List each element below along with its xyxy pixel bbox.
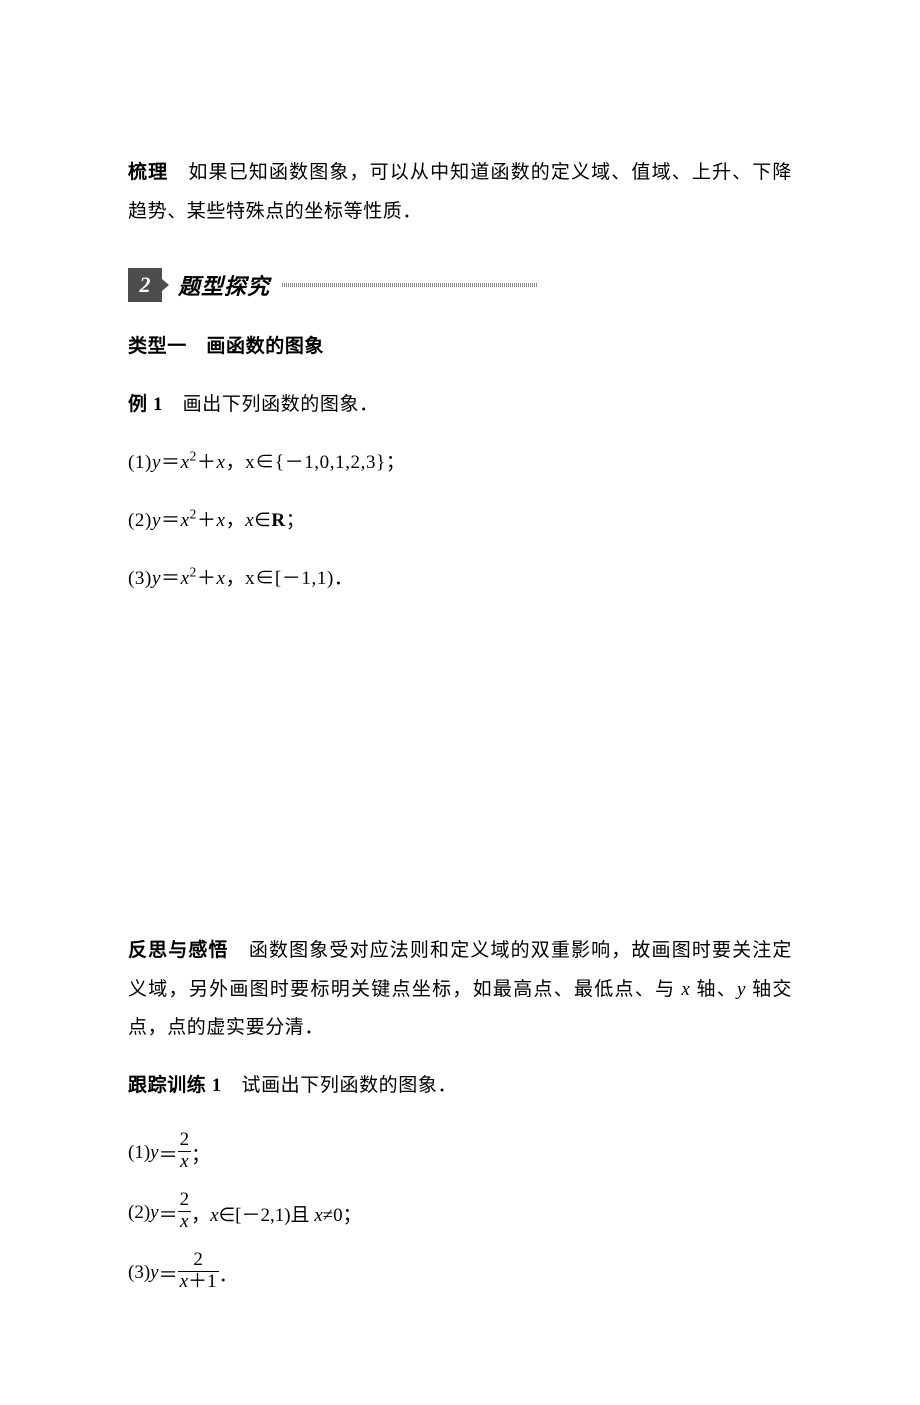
item-rhs1: x (181, 452, 190, 473)
example1-item1: (1)y＝x2＋x，x∈{－1,0,1,2,3}； (128, 444, 792, 483)
follow-prompt: 试画出下列函数的图象． (222, 1075, 457, 1096)
den-plus: ＋ (188, 1271, 207, 1292)
intro-paragraph: 梳理 如果已知函数图象，可以从中知道函数的定义域、值域、上升、下降趋势、某些特殊… (128, 154, 792, 232)
frac-den: x (178, 1212, 192, 1233)
example-number: 1 (153, 394, 163, 415)
item-plus: ＋ (197, 452, 217, 473)
item-lhs: y (152, 452, 161, 473)
item-lead: (3) (128, 568, 152, 589)
type-title: 画函数的图象 (187, 336, 324, 357)
item-rhs2: x (217, 452, 226, 473)
den-a: x (180, 1271, 188, 1292)
frac-den: x (178, 1152, 192, 1173)
fraction: 2 x＋1 (178, 1250, 219, 1293)
item-cond: ，x∈[－1,1)． (226, 568, 354, 589)
item-lead: (2) (128, 1202, 150, 1224)
item-rhs1: x (181, 510, 190, 531)
example1-item3: (3)y＝x2＋x，x∈[－1,1)． (128, 560, 792, 599)
item-y: y (150, 1202, 158, 1224)
example1-item2: (2)y＝x2＋x，x∈R； (128, 502, 792, 541)
fraction: 2 x (178, 1130, 192, 1173)
item-lead: (3) (128, 1262, 150, 1284)
item-sup: 2 (190, 564, 197, 579)
item-lead: (1) (128, 1142, 150, 1164)
item-lead: (2) (128, 510, 152, 531)
intro-text: 如果已知函数图象，可以从中知道函数的定义域、值域、上升、下降趋势、某些特殊点的坐… (128, 162, 792, 222)
intro-label: 梳理 (128, 162, 168, 183)
section-title: 题型探究 (178, 269, 270, 301)
item-cond: ，x∈{－1,0,1,2,3}； (226, 452, 406, 473)
item-rhs2: x (217, 568, 226, 589)
follow-item1: (1)y＝ 2 x ； (128, 1125, 792, 1181)
item-sup: 2 (190, 448, 197, 463)
follow-heading: 跟踪训练 1 试画出下列函数的图象． (128, 1067, 792, 1106)
item-lhs: y (152, 568, 161, 589)
item-eq: ＝ (161, 568, 181, 589)
item-tail: ，x∈[－2,1)且 x≠0； (191, 1200, 362, 1227)
follow-item3: (3)y＝ 2 x＋1 ． (128, 1245, 792, 1301)
item-lhs: y (152, 510, 161, 531)
example-heading: 例 1 画出下列函数的图象． (128, 386, 792, 425)
item-y: y (150, 1142, 158, 1164)
item-tail: ； (191, 1140, 210, 1167)
item-eq: ＝ (161, 510, 181, 531)
frac-den: x＋1 (178, 1272, 219, 1293)
follow-number: 1 (212, 1075, 222, 1096)
item-plus: ＋ (197, 510, 217, 531)
example-label: 例 (128, 394, 148, 415)
section-divider (282, 283, 537, 287)
item-eq: ＝ (161, 452, 181, 473)
frac-num: 2 (178, 1130, 192, 1152)
type-heading: 类型一 画函数的图象 (128, 328, 792, 367)
page-root: 梳理 如果已知函数图象，可以从中知道函数的定义域、值域、上升、下降趋势、某些特殊… (0, 0, 920, 1405)
den-b: 1 (207, 1271, 217, 1292)
reflect-label: 反思与感悟 (128, 940, 229, 961)
section-heading: 2 题型探究 (128, 268, 792, 302)
type-label: 类型一 (128, 336, 187, 357)
example-prompt: 画出下列函数的图象． (163, 394, 379, 415)
item-eq: ＝ (159, 1200, 178, 1227)
item-sup: 2 (190, 506, 197, 521)
frac-num: 2 (178, 1250, 219, 1272)
item-plus: ＋ (197, 568, 217, 589)
item-eq: ＝ (159, 1260, 178, 1287)
fraction: 2 x (178, 1190, 192, 1233)
section-number: 2 (140, 272, 151, 298)
reflect-paragraph: 反思与感悟 函数图象受对应法则和定义域的双重影响，故画图时要关注定义域，另外画图… (128, 932, 792, 1049)
item-lead: (1) (128, 452, 152, 473)
item-cond: ，x∈R； (226, 510, 306, 531)
item-tail: ． (219, 1260, 238, 1287)
item-eq: ＝ (159, 1140, 178, 1167)
blank-space (128, 618, 792, 913)
item-rhs2: x (217, 510, 226, 531)
follow-label: 跟踪训练 (128, 1075, 206, 1096)
item-y: y (150, 1262, 158, 1284)
section-number-box: 2 (128, 268, 162, 302)
follow-item2: (2)y＝ 2 x ，x∈[－2,1)且 x≠0； (128, 1185, 792, 1241)
frac-num: 2 (178, 1190, 192, 1212)
item-rhs1: x (181, 568, 190, 589)
